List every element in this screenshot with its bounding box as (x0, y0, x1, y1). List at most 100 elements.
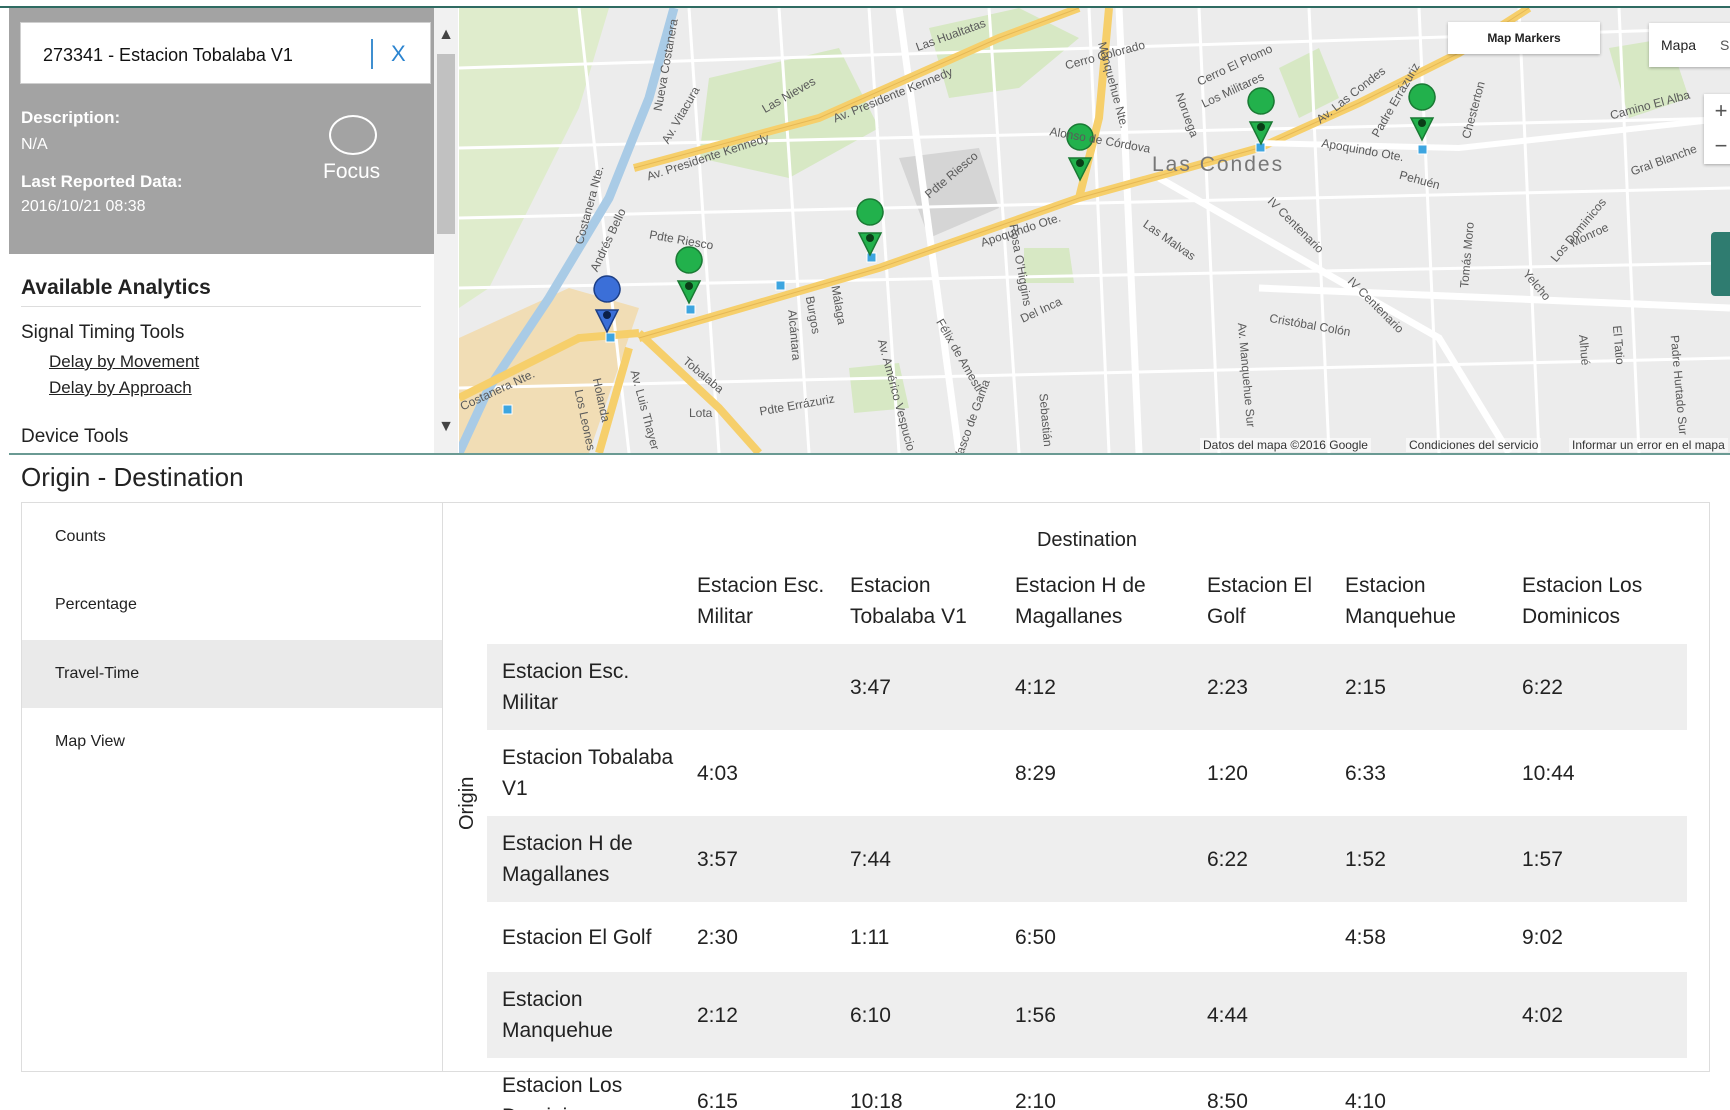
table-cell: 8:50 (1207, 1089, 1248, 1110)
table-cell: 2:12 (697, 1003, 738, 1027)
analytics-panel: Available Analytics Signal Timing Tools … (9, 254, 434, 453)
map-side-tab[interactable] (1711, 232, 1730, 296)
map-terms-link[interactable]: Condiciones del servicio (1406, 438, 1542, 452)
tab-map-view[interactable]: Map View (22, 708, 442, 776)
table-cell: 1:20 (1207, 761, 1248, 785)
delay-by-approach-link[interactable]: Delay by Approach (49, 378, 192, 398)
analytics-title: Available Analytics (21, 276, 211, 299)
top-frame: Description: N/A Last Reported Data: 201… (0, 0, 1730, 455)
table-cell: 2:23 (1207, 675, 1248, 699)
map-footer: Datos del mapa ©2016 Google Condiciones … (459, 436, 1730, 453)
device-search-input[interactable]: 273341 - Estacion Tobalaba V1 X (20, 22, 431, 84)
signal-timing-tools-heading: Signal Timing Tools (21, 322, 185, 343)
last-reported-value: 2016/10/21 08:38 (21, 198, 146, 215)
table-row: Estacion Esc. Militar 3:47 4:12 2:23 2:1… (487, 644, 1687, 730)
table-cell: 6:15 (697, 1089, 738, 1110)
table-cell: 6:10 (850, 1003, 891, 1027)
table-cell: 4:10 (1345, 1089, 1386, 1110)
table-cell (1192, 902, 1330, 972)
column-header: Estacion El Golf (1207, 574, 1313, 628)
table-cell: 8:29 (1015, 761, 1056, 785)
row-header: Estacion Esc. Militar (502, 660, 630, 714)
tab-counts[interactable]: Counts (22, 503, 442, 571)
row-header: Estacion Los Dominicos (502, 1074, 623, 1110)
table-cell: 4:03 (697, 761, 738, 785)
table-cell (682, 644, 835, 730)
table-cell: 1:52 (1345, 847, 1386, 871)
od-travel-time-table: Estacion Esc. Militar Estacion Tobalaba … (487, 556, 1687, 1110)
table-cell (1330, 972, 1507, 1058)
scrollbar-thumb[interactable] (437, 54, 455, 234)
row-header: Estacion Manquehue (502, 988, 613, 1042)
column-header: Estacion Los Dominicos (1522, 574, 1643, 628)
table-row: Estacion El Golf 2:30 1:11 6:50 4:58 9:0… (487, 902, 1687, 972)
table-row: Estacion Manquehue 2:12 6:10 1:56 4:44 4… (487, 972, 1687, 1058)
table-cell: 1:11 (850, 925, 890, 949)
scroll-down-arrow-icon[interactable]: ▼ (434, 418, 458, 436)
table-header-row: Estacion Esc. Militar Estacion Tobalaba … (487, 556, 1687, 644)
left-panel-scrollbar[interactable]: ▲ ▼ (434, 8, 458, 453)
table-cell (1507, 1058, 1687, 1110)
street-label: Alhué (1576, 334, 1593, 366)
map-type-satellite-button[interactable]: Satélite (1708, 23, 1730, 67)
map-report-error-link[interactable]: Informar un error en el mapa (1569, 438, 1728, 452)
table-cell: 6:33 (1345, 761, 1386, 785)
table-cell: 2:30 (697, 925, 738, 949)
destination-axis-label: Destination (1036, 529, 1138, 551)
zoom-controls: + − (1704, 94, 1730, 164)
focus-label[interactable]: Focus (323, 160, 380, 184)
table-row: Estacion H de Magallanes 3:57 7:44 6:22 … (487, 816, 1687, 902)
table-cell: 9:02 (1522, 925, 1563, 949)
zoom-in-icon[interactable]: + (1704, 94, 1730, 129)
clear-search-button[interactable]: X (391, 41, 406, 67)
column-header: Estacion Manquehue (1345, 574, 1456, 628)
table-cell: 2:15 (1345, 675, 1386, 699)
table-row: Estacion Los Dominicos 6:15 10:18 2:10 8… (487, 1058, 1687, 1110)
description-value: N/A (21, 136, 48, 153)
od-nav: Counts Percentage Travel-Time Map View (22, 503, 443, 1071)
scroll-up-arrow-icon[interactable]: ▲ (434, 26, 458, 44)
street-label: Lota (689, 406, 713, 420)
description-label: Description: (21, 108, 121, 127)
search-input-value[interactable]: 273341 - Estacion Tobalaba V1 (43, 45, 293, 66)
table-cell: 4:02 (1522, 1003, 1563, 1027)
top-bottom-line (9, 453, 1730, 455)
column-header: Estacion Esc. Militar (697, 574, 825, 628)
table-cell: 6:22 (1522, 675, 1563, 699)
row-header: Estacion Tobalaba V1 (502, 746, 674, 800)
row-header: Estacion H de Magallanes (502, 832, 633, 886)
map-markers-button[interactable]: Map Markers (1448, 22, 1600, 54)
table-corner-cell (487, 556, 682, 644)
tab-travel-time[interactable]: Travel-Time (22, 640, 442, 708)
table-cell (1000, 816, 1192, 902)
table-cell: 4:12 (1015, 675, 1056, 699)
table-cell: 1:57 (1522, 847, 1563, 871)
table-row: Estacion Tobalaba V1 4:03 8:29 1:20 6:33… (487, 730, 1687, 816)
table-cell (835, 730, 1000, 816)
table-cell: 3:47 (850, 675, 891, 699)
focus-button[interactable] (329, 115, 377, 155)
map-type-map-button[interactable]: Mapa (1649, 23, 1708, 67)
map-view[interactable]: Av. Presidente Kennedy Av. Presidente Ke… (459, 8, 1730, 453)
table-cell: 10:44 (1522, 761, 1575, 785)
table-cell: 7:44 (850, 847, 891, 871)
delay-by-movement-link[interactable]: Delay by Movement (49, 352, 199, 372)
district-label: Las Condes (1152, 153, 1285, 176)
analytics-divider (21, 306, 421, 307)
zoom-out-icon[interactable]: − (1704, 129, 1730, 164)
search-divider (371, 39, 373, 69)
last-reported-label: Last Reported Data: (21, 172, 183, 191)
table-cell: 3:57 (697, 847, 738, 871)
map-type-control[interactable]: Mapa Satélite (1649, 23, 1730, 67)
device-tools-heading: Device Tools (21, 426, 129, 447)
origin-axis-label: Origin (456, 776, 478, 830)
table-cell: 1:56 (1015, 1003, 1056, 1027)
table-cell: 2:10 (1015, 1089, 1056, 1110)
table-cell: 6:50 (1015, 925, 1056, 949)
table-cell: 10:18 (850, 1089, 903, 1110)
table-cell: 6:22 (1207, 847, 1248, 871)
table-cell: 4:58 (1345, 925, 1386, 949)
column-header: Estacion H de Magallanes (1015, 574, 1146, 628)
tab-percentage[interactable]: Percentage (22, 571, 442, 639)
row-header: Estacion El Golf (502, 925, 652, 949)
